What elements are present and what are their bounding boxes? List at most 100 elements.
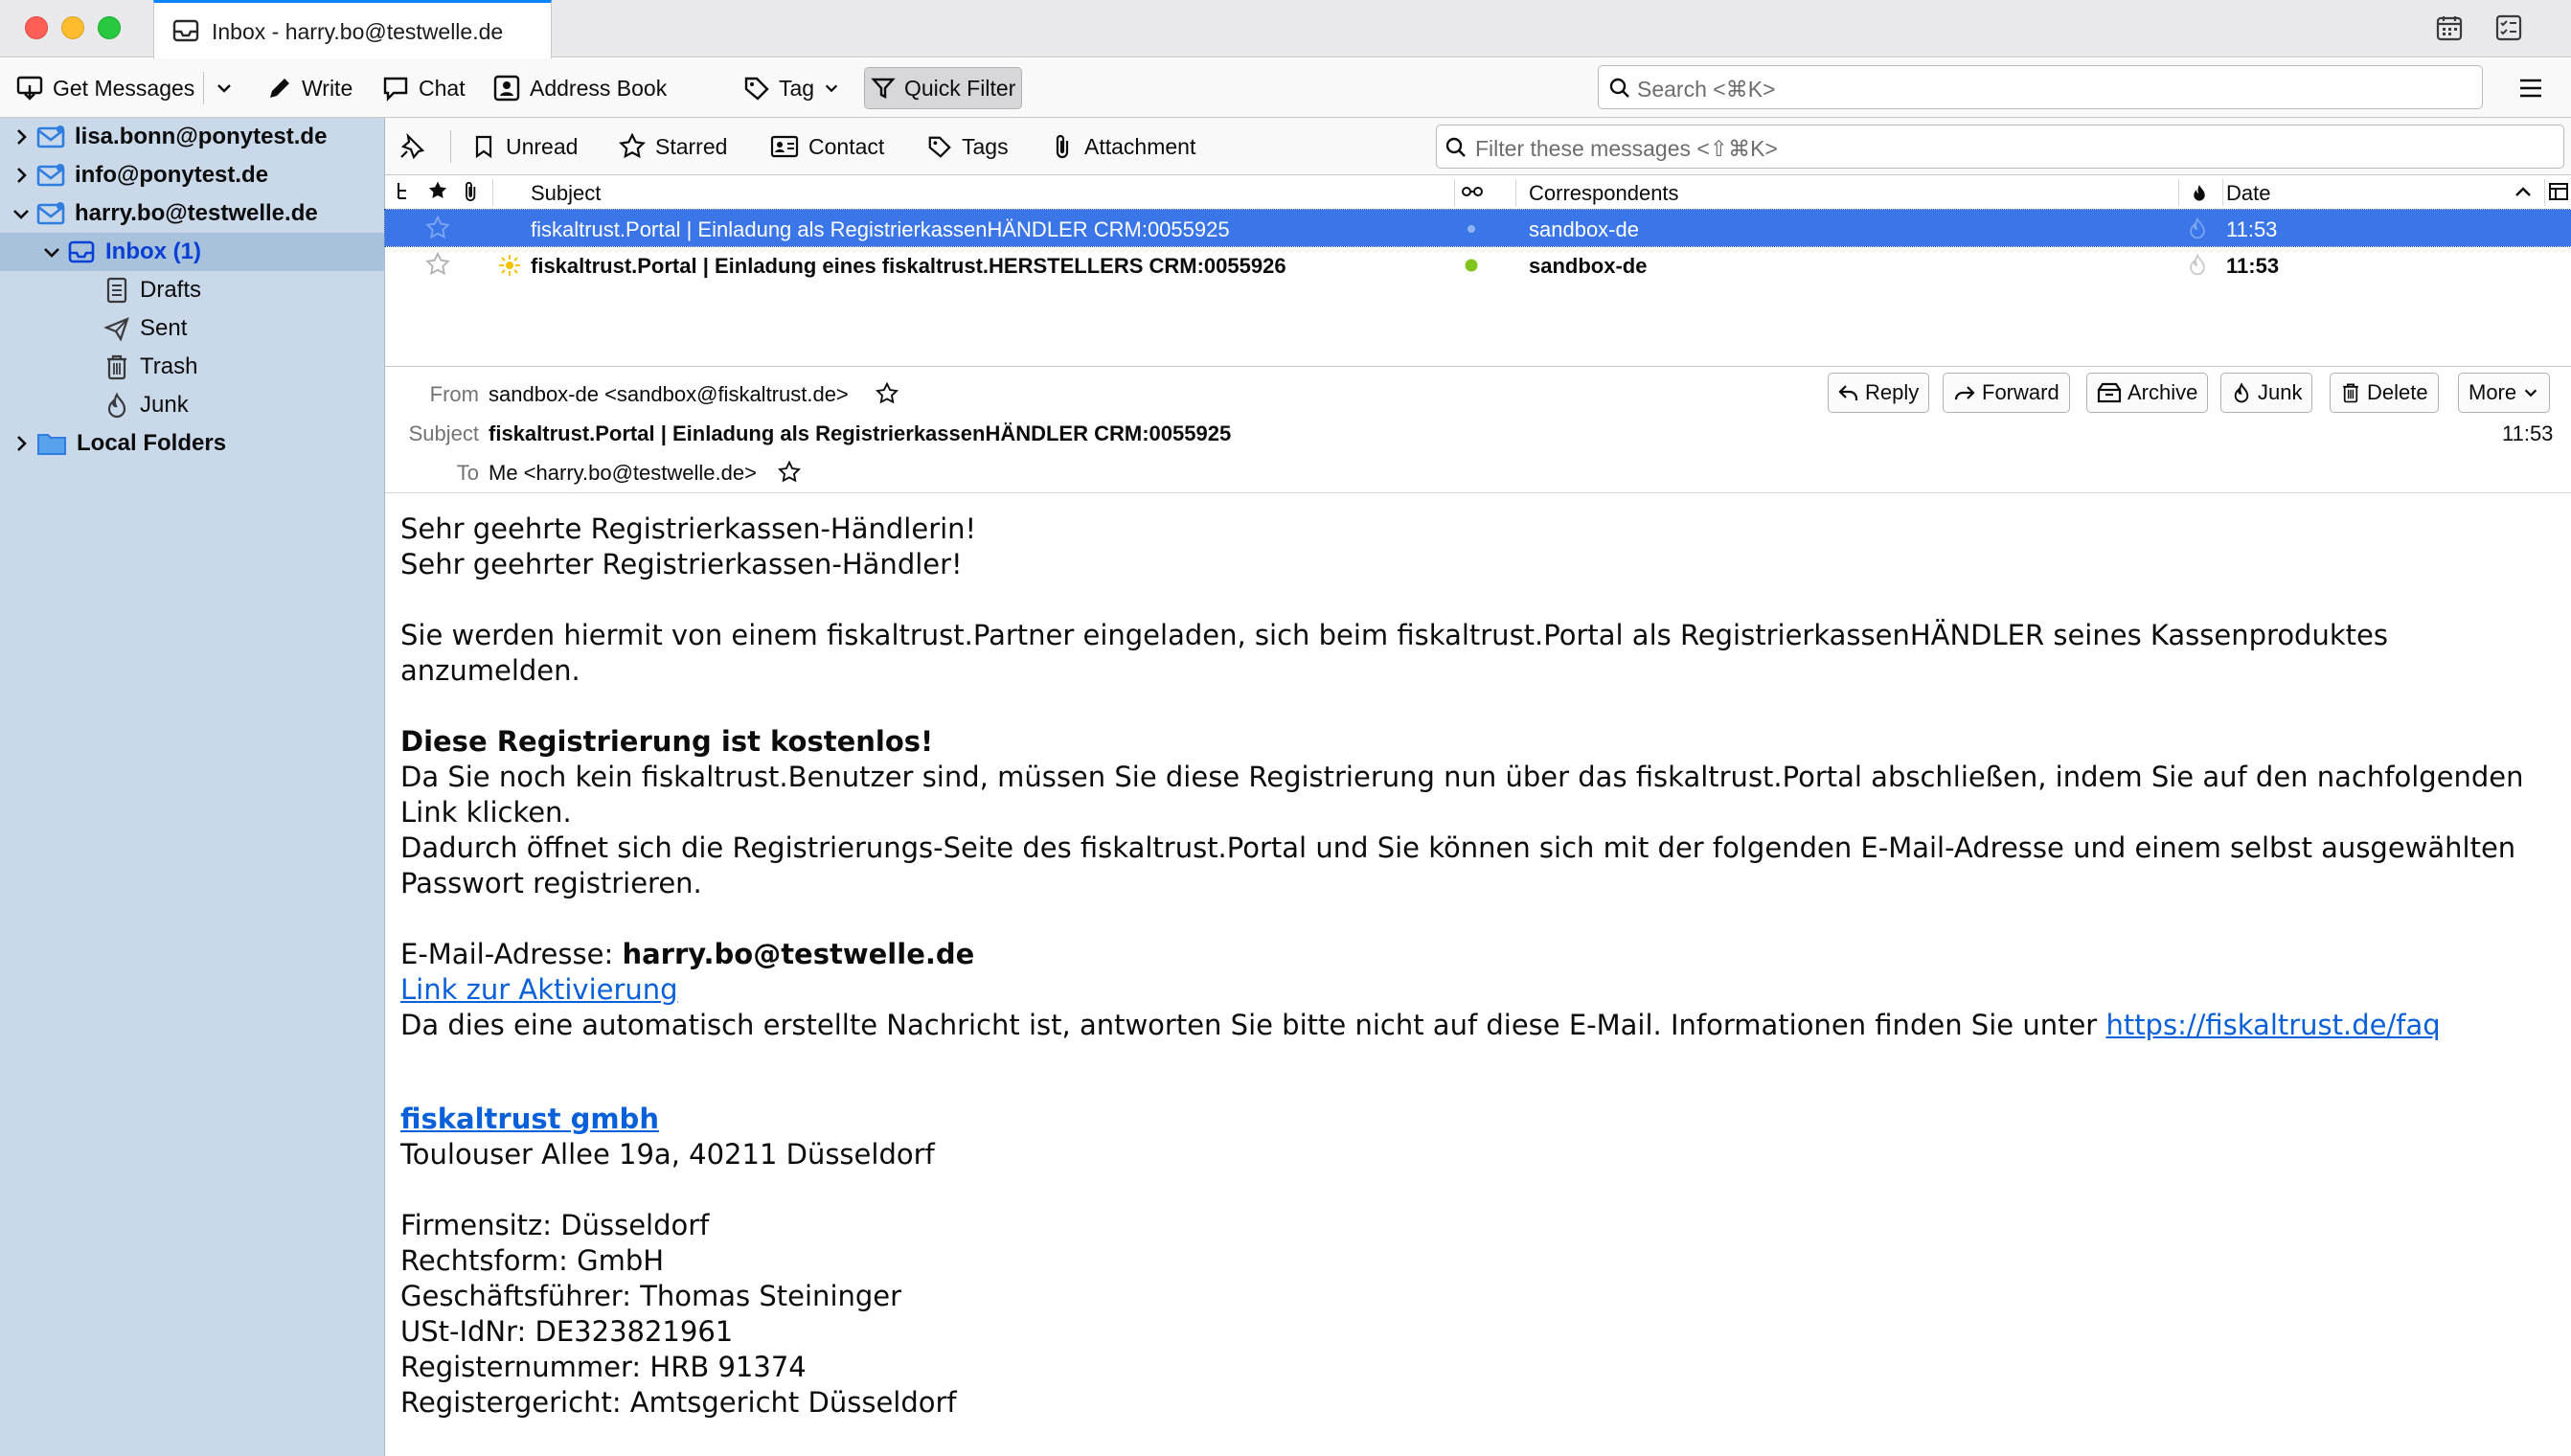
message-row[interactable]: fiskaltrust.Portal | Einladung als Regis… [384,209,2571,247]
account-harry[interactable]: harry.bo@testwelle.de [0,194,385,233]
company-ceo: Geschäftsführer: Thomas Steininger [400,1280,902,1312]
correspondents-column-header[interactable]: Correspondents [1529,181,1679,206]
star-recipient-icon[interactable] [778,461,801,484]
tag-label: Tag [779,75,815,101]
account-lisa[interactable]: lisa.bonn@ponytest.de [0,118,385,156]
quick-filter-button[interactable]: Quick Filter [864,67,1023,109]
address-book-button[interactable]: Address Book [487,67,672,109]
tag-button[interactable]: Tag [738,67,846,109]
faq-link[interactable]: https://fiskaltrust.de/faq [2105,1009,2440,1041]
email-value: harry.bo@testwelle.de [622,938,975,970]
message-body: Sehr geehrte Registrierkassen-Händlerin!… [385,494,2571,1456]
chevron-right-icon[interactable] [11,127,31,147]
folder-trash[interactable]: Trash [0,348,385,386]
sort-ascending-icon[interactable] [2514,185,2533,198]
zoom-window-button[interactable] [98,16,121,39]
company-link[interactable]: fiskaltrust gmbh [400,1103,659,1135]
column-divider [1515,179,1516,206]
forward-button[interactable]: Forward [1943,373,2070,413]
tab-inbox[interactable]: Inbox - harry.bo@testwelle.de [153,0,552,58]
thread-column-icon[interactable] [395,179,410,202]
minimize-window-button[interactable] [61,16,84,39]
quick-filter-bar: Unread Starred Contact Tags Attachment F… [385,118,2571,175]
chat-label: Chat [419,75,466,101]
global-search-input[interactable]: Search <⌘K> [1598,65,2483,109]
inbox-icon [67,238,96,266]
sent-label: Sent [140,315,188,341]
chevron-right-icon[interactable] [11,434,31,453]
company-legal-form: Rechtsform: GmbH [400,1244,665,1277]
message-row[interactable]: fiskaltrust.Portal | Einladung eines fis… [385,246,2571,283]
read-status-column-icon[interactable] [1462,185,1483,198]
free-registration-heading: Diese Registrierung ist kostenlos! [400,725,934,758]
app-menu-icon[interactable] [2517,75,2544,102]
account-name: harry.bo@testwelle.de [75,200,318,226]
quick-filter-divider [450,130,451,163]
subject-column-header[interactable]: Subject [531,181,601,206]
folder-sent[interactable]: Sent [0,309,385,348]
starred-column-icon[interactable] [427,180,448,201]
chevron-down-icon [215,79,234,98]
star-sender-icon[interactable] [876,382,899,405]
close-window-button[interactable] [25,16,48,39]
attachment-column-icon[interactable] [462,179,481,204]
filter-starred-button[interactable]: Starred [619,127,727,166]
filter-tags-button[interactable]: Tags [927,127,1009,166]
starred-label: Starred [655,133,728,159]
from-value[interactable]: sandbox-de <sandbox@fiskaltrust.de> [489,382,849,407]
filter-messages-input[interactable]: Filter these messages <⇧⌘K> [1436,125,2564,169]
reply-button[interactable]: Reply [1828,373,1930,413]
chevron-right-icon[interactable] [11,166,31,185]
filter-attachment-button[interactable]: Attachment [1052,127,1195,166]
date-column-header[interactable]: Date [2226,181,2270,206]
get-messages-dropdown[interactable] [209,67,239,109]
more-button[interactable]: More [2458,373,2551,413]
local-folders[interactable]: Local Folders [0,424,385,463]
folder-drafts[interactable]: Drafts [0,271,385,309]
star-toggle-icon[interactable] [425,252,450,277]
column-picker-icon[interactable] [2548,181,2569,202]
read-dot-icon[interactable] [1466,223,1477,235]
thread-list-header: Subject Correspondents Date [385,175,2571,210]
star-toggle-icon[interactable] [425,216,450,240]
bookmark-icon [471,134,496,159]
calendar-icon[interactable] [2435,13,2464,42]
search-icon [1445,136,1468,159]
write-label: Write [302,75,353,101]
inbox-tab-icon [171,16,200,45]
pin-icon [398,133,425,160]
junk-button[interactable]: Junk [2220,373,2313,413]
drafts-label: Drafts [140,277,202,303]
chat-button[interactable]: Chat [375,67,471,109]
forward-label: Forward [1982,380,2059,404]
junk-toggle-icon[interactable] [2186,252,2209,277]
folder-junk[interactable]: Junk [0,386,385,424]
delete-button[interactable]: Delete [2330,373,2439,413]
filter-contact-button[interactable]: Contact [770,127,884,166]
activation-link[interactable]: Link zur Aktivierung [400,973,678,1006]
chevron-down-icon[interactable] [11,204,31,223]
account-info[interactable]: info@ponytest.de [0,156,385,194]
email-label: E-Mail-Adresse: [400,938,623,970]
sticky-pin-button[interactable] [398,127,425,166]
message-subject: fiskaltrust.Portal | Einladung als Regis… [531,217,1230,241]
junk-status-column-icon[interactable] [2190,181,2209,204]
search-placeholder: Search <⌘K> [1637,77,1776,102]
chevron-down-icon[interactable] [42,242,61,262]
drafts-icon [103,277,130,304]
filter-unread-button[interactable]: Unread [471,127,578,166]
get-messages-button[interactable]: Get Messages [10,67,200,109]
unread-dot-icon[interactable] [1464,258,1479,273]
paperclip-icon [1052,133,1075,160]
junk-button-label: Junk [2258,380,2303,404]
mail-account-icon [36,199,65,228]
tags-label: Tags [962,133,1009,159]
tasks-icon[interactable] [2494,13,2523,42]
folder-inbox[interactable]: Inbox (1) [0,233,385,271]
archive-button[interactable]: Archive [2086,373,2209,413]
to-value[interactable]: Me <harry.bo@testwelle.de> [489,461,757,486]
funnel-icon [871,76,896,101]
message-header: From sandbox-de <sandbox@fiskaltrust.de>… [385,367,2571,493]
write-button[interactable]: Write [261,67,358,109]
junk-toggle-icon[interactable] [2186,216,2209,240]
